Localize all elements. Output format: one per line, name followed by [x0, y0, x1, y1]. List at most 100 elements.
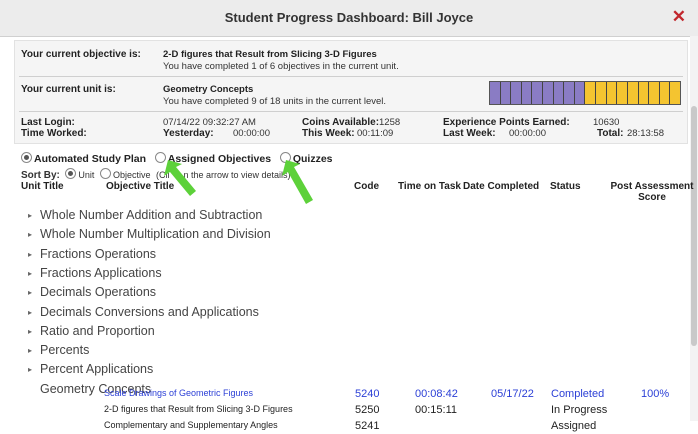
- xp-label: Experience Points Earned:: [443, 117, 570, 128]
- col-date-completed: Date Completed: [463, 181, 540, 192]
- objective-title: 2-D figures that Result from Slicing 3-D…: [104, 404, 293, 414]
- unit-progress-bar: [489, 81, 681, 105]
- progress-segment: [511, 82, 522, 104]
- sort-objective-radio-icon[interactable]: [99, 168, 111, 179]
- progress-segment: [521, 82, 533, 104]
- unit-name: Geometry Concepts: [163, 84, 254, 95]
- progress-segment: [606, 82, 618, 104]
- last-week-label: Last Week:: [443, 128, 496, 139]
- col-code: Code: [354, 181, 379, 192]
- annotation-arrow-icon: [164, 160, 196, 196]
- expand-arrow-icon[interactable]: ▸: [28, 346, 40, 355]
- objective-row[interactable]: Complementary and Supplementary Angles 52…: [0, 420, 698, 434]
- progress-segment: [553, 82, 565, 104]
- expand-arrow-icon[interactable]: ▸: [28, 269, 40, 278]
- expand-arrow-icon[interactable]: ▸: [28, 230, 40, 239]
- yesterday-value: 00:00:00: [233, 128, 270, 139]
- unit-row[interactable]: ▸ Whole Number Multiplication and Divisio…: [28, 227, 271, 241]
- yesterday-label: Yesterday:: [163, 128, 214, 139]
- option-automated-study-plan[interactable]: Automated Study Plan: [21, 152, 146, 165]
- progress-segment: [659, 82, 671, 104]
- progress-segment: [500, 82, 512, 104]
- progress-segment: [596, 82, 607, 104]
- close-icon[interactable]: ✕: [672, 7, 686, 27]
- expand-arrow-icon[interactable]: ▸: [28, 365, 40, 374]
- progress-segment: [670, 82, 680, 104]
- col-time-on-task: Time on Task: [398, 181, 461, 192]
- objective-score: 100%: [641, 388, 670, 400]
- last-login-label: Last Login:: [21, 117, 75, 128]
- expand-arrow-icon[interactable]: ▸: [28, 308, 40, 317]
- scrollbar[interactable]: [690, 36, 698, 421]
- total-label: Total:: [597, 128, 624, 139]
- objective-status: In Progress: [551, 404, 608, 416]
- objective-title: Complementary and Supplementary Angles: [104, 420, 278, 430]
- objective-code: 5241: [355, 420, 380, 432]
- objective-date: 05/17/22: [491, 388, 534, 400]
- objective-code: 5250: [355, 404, 380, 416]
- objective-time: 00:08:42: [415, 388, 458, 400]
- unit-row[interactable]: ▸ Percent Applications: [28, 362, 153, 376]
- radio-selected-icon[interactable]: [21, 152, 32, 163]
- expand-arrow-icon[interactable]: ▸: [28, 288, 40, 297]
- expand-arrow-icon[interactable]: ▸: [28, 327, 40, 336]
- xp-value: 10630: [593, 117, 620, 128]
- unit-title: Fractions Applications: [40, 265, 162, 280]
- unit-title: Decimals Operations: [40, 285, 157, 300]
- unit-title: Ratio and Proportion: [40, 323, 155, 338]
- unit-row[interactable]: ▸ Whole Number Addition and Subtraction: [28, 208, 262, 222]
- col-unit-title: Unit Title: [21, 181, 64, 192]
- objective-detail: You have completed 1 of 6 objectives in …: [163, 61, 399, 72]
- unit-detail: You have completed 9 of 18 units in the …: [163, 96, 387, 107]
- progress-segment: [627, 82, 639, 104]
- objective-name: 2-D figures that Result from Slicing 3-D…: [163, 49, 377, 60]
- unit-row[interactable]: ▸ Decimals Conversions and Applications: [28, 305, 259, 319]
- objective-label: Your current objective is:: [21, 49, 141, 60]
- unit-title: Whole Number Multiplication and Division: [40, 227, 271, 242]
- last-week-value: 00:00:00: [509, 128, 546, 139]
- sort-unit-radio-icon[interactable]: [65, 168, 77, 179]
- expand-arrow-icon[interactable]: ▸: [28, 211, 40, 220]
- sort-objective-option[interactable]: Objective: [113, 170, 151, 180]
- col-post-assessment: Post Assessment Score: [610, 181, 694, 203]
- unit-row[interactable]: ▸ Ratio and Proportion: [28, 324, 155, 338]
- summary-panel: Your current objective is: 2-D figures t…: [14, 40, 688, 144]
- expand-arrow-icon[interactable]: ▸: [28, 250, 40, 259]
- window-title: Student Progress Dashboard: Bill Joyce: [224, 10, 474, 25]
- progress-segment: [543, 82, 554, 104]
- progress-segment: [532, 82, 544, 104]
- last-login-value: 07/14/22 09:32:27 AM: [163, 117, 256, 128]
- this-week-value: 00:11:09: [357, 128, 394, 139]
- time-worked-label: Time Worked:: [21, 128, 87, 139]
- unit-row[interactable]: ▸ Decimals Operations: [28, 285, 156, 299]
- unit-row[interactable]: ▸ Fractions Operations: [28, 247, 156, 261]
- progress-segment: [574, 82, 586, 104]
- unit-title: Percent Applications: [40, 362, 154, 377]
- objective-code: 5240: [355, 388, 380, 400]
- coins-label: Coins Available:: [302, 117, 380, 128]
- unit-title: Percents: [40, 343, 90, 358]
- objective-row[interactable]: Scale Drawings of Geometric Figures 5240 0…: [0, 388, 698, 402]
- progress-segment: [585, 82, 597, 104]
- objective-status: Completed: [551, 388, 605, 400]
- title-bar: Student Progress Dashboard: Bill Joyce ✕: [0, 0, 698, 37]
- unit-title: Whole Number Addition and Subtraction: [40, 208, 263, 222]
- objective-time: 00:15:11: [415, 404, 458, 416]
- sort-unit-option[interactable]: Unit: [78, 170, 94, 180]
- unit-row[interactable]: ▸ Percents: [28, 343, 89, 357]
- this-week-label: This Week:: [302, 128, 355, 139]
- progress-segment: [617, 82, 628, 104]
- unit-title: Decimals Conversions and Applications: [40, 304, 259, 319]
- sort-label: Sort By:: [21, 170, 60, 181]
- sort-row: Sort By: Unit Objective (Cli n the arrow …: [21, 168, 291, 181]
- divider: [19, 76, 683, 77]
- objective-row[interactable]: 2-D figures that Result from Slicing 3-D…: [0, 404, 698, 418]
- unit-title: Fractions Operations: [40, 246, 157, 261]
- progress-segment: [649, 82, 660, 104]
- progress-segment: [638, 82, 650, 104]
- objective-status: Assigned: [551, 420, 597, 432]
- coins-value: 1258: [379, 117, 401, 128]
- unit-row[interactable]: ▸ Fractions Applications: [28, 266, 162, 280]
- scrollbar-thumb[interactable]: [691, 106, 697, 346]
- objective-title[interactable]: Scale Drawings of Geometric Figures: [104, 388, 253, 398]
